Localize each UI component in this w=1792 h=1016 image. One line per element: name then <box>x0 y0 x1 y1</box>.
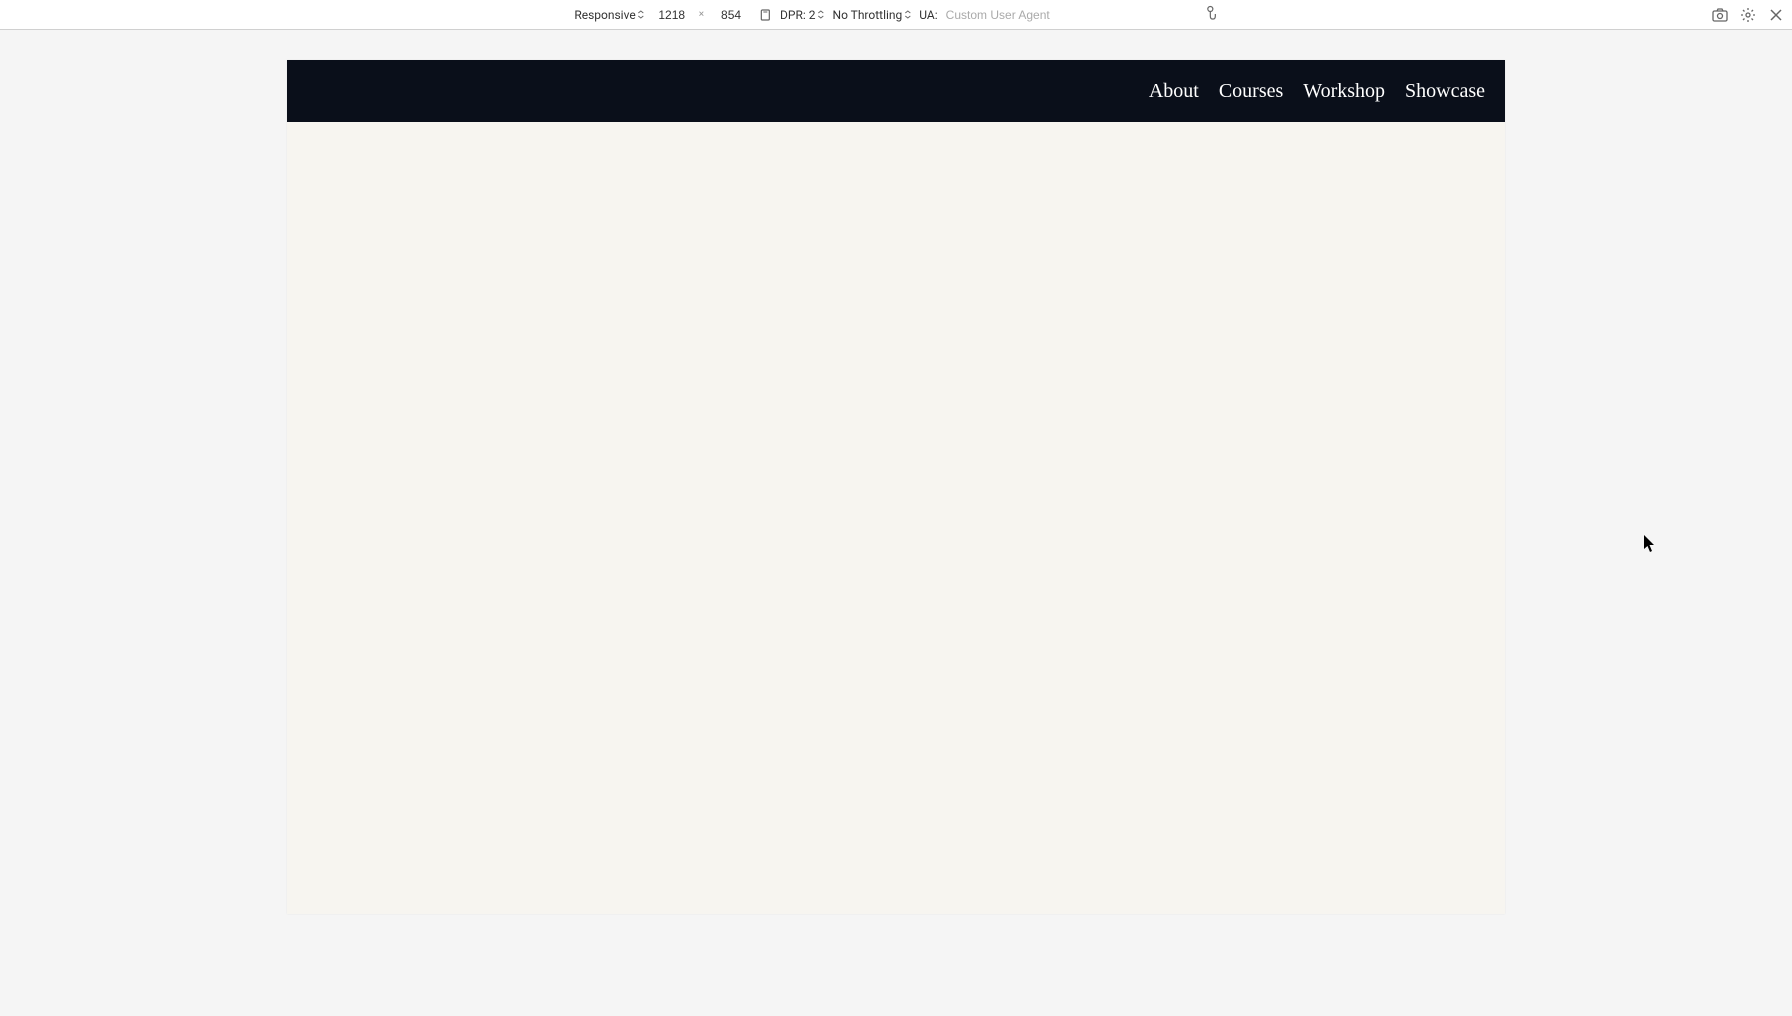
page-content <box>287 122 1505 914</box>
nav-link-courses[interactable]: Courses <box>1219 80 1283 103</box>
user-agent-input[interactable] <box>946 8 1076 22</box>
close-icon[interactable] <box>1768 7 1784 23</box>
ua-label: UA: <box>919 8 937 22</box>
touch-simulation-icon[interactable] <box>1204 5 1218 24</box>
throttling-select[interactable]: No Throttling <box>833 8 912 22</box>
rotate-viewport-icon[interactable] <box>758 8 772 22</box>
simulated-page: About Courses Workshop Showcase <box>287 60 1505 914</box>
devtools-responsive-toolbar: Responsive × DPR: 2 No Throttling <box>0 0 1792 30</box>
device-mode-label: Responsive <box>574 8 635 22</box>
site-header: About Courses Workshop Showcase <box>287 60 1505 122</box>
site-nav: About Courses Workshop Showcase <box>1149 80 1485 103</box>
device-mode-select[interactable]: Responsive <box>574 8 644 22</box>
screenshot-icon[interactable] <box>1712 7 1728 23</box>
select-arrows-icon <box>638 10 645 19</box>
throttling-label: No Throttling <box>833 8 903 22</box>
viewport-width-input[interactable] <box>653 8 691 22</box>
nav-link-showcase[interactable]: Showcase <box>1405 80 1485 103</box>
dpr-select[interactable]: DPR: 2 <box>780 8 824 22</box>
dpr-label: DPR: 2 <box>780 8 815 22</box>
select-arrows-icon <box>818 10 825 19</box>
toolbar-right-controls <box>1712 7 1784 23</box>
dimension-separator: × <box>699 9 704 20</box>
toolbar-center-controls: Responsive × DPR: 2 No Throttling <box>574 5 1217 24</box>
viewport-canvas: About Courses Workshop Showcase <box>0 30 1792 1016</box>
nav-link-workshop[interactable]: Workshop <box>1303 80 1385 103</box>
select-arrows-icon <box>904 10 911 19</box>
nav-link-about[interactable]: About <box>1149 80 1199 103</box>
settings-gear-icon[interactable] <box>1740 7 1756 23</box>
viewport-height-input[interactable] <box>712 8 750 22</box>
